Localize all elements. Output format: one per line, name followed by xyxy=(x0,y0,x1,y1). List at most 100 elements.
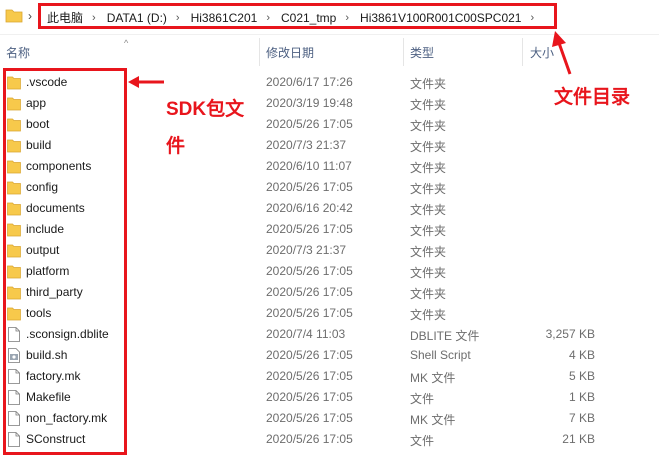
file-type: 文件夹 xyxy=(410,308,447,322)
folder-icon xyxy=(7,307,21,321)
file-type: Shell Script xyxy=(410,348,471,362)
file-name: non_factory.mk xyxy=(26,411,108,425)
file-name: include xyxy=(26,222,65,236)
file-type: 文件 xyxy=(410,434,435,448)
breadcrumb-item[interactable]: 此电脑 xyxy=(43,9,87,26)
file-type: 文件夹 xyxy=(410,203,447,217)
column-divider[interactable] xyxy=(259,38,260,66)
file-name: Makefile xyxy=(26,390,71,404)
folder-icon xyxy=(7,202,21,216)
chevron-right-icon[interactable]: › xyxy=(525,12,541,24)
file-row[interactable]: build.sh 2020/5/26 17:05 Shell Script 4 … xyxy=(0,345,659,366)
file-date: 2020/5/26 17:05 xyxy=(266,222,353,236)
breadcrumb-item[interactable]: DATA1 (D:) xyxy=(103,11,171,25)
file-row[interactable]: boot 2020/5/26 17:05 文件夹 xyxy=(0,114,659,135)
file-row[interactable]: tools 2020/5/26 17:05 文件夹 xyxy=(0,303,659,324)
file-type: 文件夹 xyxy=(410,287,447,301)
file-type: 文件夹 xyxy=(410,245,447,259)
file-date: 2020/5/26 17:05 xyxy=(266,285,353,299)
file-name: SConstruct xyxy=(26,432,86,446)
file-name: output xyxy=(26,243,60,257)
breadcrumb-item[interactable]: Hi3861C201 xyxy=(187,11,262,25)
file-row[interactable]: Makefile 2020/5/26 17:05 文件 1 KB xyxy=(0,387,659,408)
breadcrumb-item[interactable]: Hi3861V100R001C00SPC021 xyxy=(356,11,525,25)
file-row[interactable]: .sconsign.dblite 2020/7/4 11:03 DBLITE 文… xyxy=(0,324,659,345)
file-name: tools xyxy=(26,306,52,320)
file-type: MK 文件 xyxy=(410,413,456,427)
script-icon xyxy=(8,348,20,363)
file-date: 2020/5/26 17:05 xyxy=(266,369,353,383)
file-row[interactable]: build 2020/7/3 21:37 文件夹 xyxy=(0,135,659,156)
file-size: 3,257 KB xyxy=(545,327,595,341)
folder-icon xyxy=(7,160,21,174)
breadcrumb-item[interactable]: C021_tmp xyxy=(277,11,340,25)
file-name: boot xyxy=(26,117,50,131)
file-type: 文件夹 xyxy=(410,119,447,133)
file-date: 2020/5/26 17:05 xyxy=(266,117,353,131)
folder-icon xyxy=(7,244,21,258)
file-icon xyxy=(8,390,20,405)
file-date: 2020/5/26 17:05 xyxy=(266,180,353,194)
file-type: MK 文件 xyxy=(410,371,456,385)
file-type: 文件夹 xyxy=(410,182,447,196)
file-size: 1 KB xyxy=(568,390,595,404)
file-row[interactable]: non_factory.mk 2020/5/26 17:05 MK 文件 7 K… xyxy=(0,408,659,429)
file-date: 2020/3/19 19:48 xyxy=(266,96,353,110)
folder-icon xyxy=(7,286,21,300)
column-type[interactable]: 类型 xyxy=(410,44,434,61)
file-date: 2020/7/3 21:37 xyxy=(266,138,347,152)
file-row[interactable]: factory.mk 2020/5/26 17:05 MK 文件 5 KB xyxy=(0,366,659,387)
file-name: platform xyxy=(26,264,70,278)
file-name: components xyxy=(26,159,92,173)
column-divider[interactable] xyxy=(403,38,404,66)
chevron-right-icon[interactable]: › xyxy=(261,12,277,24)
chevron-right-icon[interactable]: › xyxy=(28,9,32,23)
file-type: DBLITE 文件 xyxy=(410,329,480,343)
file-date: 2020/5/26 17:05 xyxy=(266,348,353,362)
file-name: .vscode xyxy=(26,75,68,89)
breadcrumb: 此电脑 › DATA1 (D:) › Hi3861C201 › C021_tmp… xyxy=(43,9,541,26)
file-date: 2020/5/26 17:05 xyxy=(266,411,353,425)
file-date: 2020/7/3 21:37 xyxy=(266,243,347,257)
column-divider[interactable] xyxy=(522,38,523,66)
file-type: 文件夹 xyxy=(410,140,447,154)
file-type: 文件夹 xyxy=(410,266,447,280)
file-size: 7 KB xyxy=(568,411,595,425)
chevron-right-icon[interactable]: › xyxy=(171,12,187,24)
file-name: third_party xyxy=(26,285,83,299)
file-name: .sconsign.dblite xyxy=(26,327,109,341)
file-type: 文件夹 xyxy=(410,224,447,238)
chevron-right-icon[interactable]: › xyxy=(340,12,356,24)
sdk-annotation-label: SDK包文 xyxy=(166,99,245,120)
file-date: 2020/5/26 17:05 xyxy=(266,306,353,320)
folder-icon xyxy=(7,118,21,132)
file-date: 2020/5/26 17:05 xyxy=(266,390,353,404)
file-date: 2020/5/26 17:05 xyxy=(266,264,353,278)
file-size: 21 KB xyxy=(562,432,595,446)
dir-annotation-label: 文件目录 xyxy=(554,87,631,108)
file-date: 2020/6/10 11:07 xyxy=(266,159,352,173)
file-row[interactable]: documents 2020/6/16 20:42 文件夹 xyxy=(0,198,659,219)
file-name: app xyxy=(26,96,47,110)
folder-icon xyxy=(7,97,21,111)
file-row[interactable]: third_party 2020/5/26 17:05 文件夹 xyxy=(0,282,659,303)
column-date[interactable]: 修改日期 xyxy=(266,44,314,61)
sort-up-icon: ^ xyxy=(124,38,129,48)
chevron-right-icon[interactable]: › xyxy=(87,12,103,24)
file-row[interactable]: SConstruct 2020/5/26 17:05 文件 21 KB xyxy=(0,429,659,450)
folder-icon xyxy=(7,181,21,195)
file-row[interactable]: components 2020/6/10 11:07 文件夹 xyxy=(0,156,659,177)
file-icon xyxy=(8,411,20,426)
file-row[interactable]: include 2020/5/26 17:05 文件夹 xyxy=(0,219,659,240)
file-type: 文件夹 xyxy=(410,77,447,91)
file-icon xyxy=(8,369,20,384)
file-name: build xyxy=(26,138,52,152)
file-row[interactable]: output 2020/7/3 21:37 文件夹 xyxy=(0,240,659,261)
column-name[interactable]: 名称 xyxy=(6,44,30,61)
folder-icon xyxy=(7,76,21,90)
file-row[interactable]: platform 2020/5/26 17:05 文件夹 xyxy=(0,261,659,282)
file-row[interactable]: config 2020/5/26 17:05 文件夹 xyxy=(0,177,659,198)
folder-icon xyxy=(5,9,23,23)
file-name: documents xyxy=(26,201,85,215)
folder-icon xyxy=(7,265,21,279)
